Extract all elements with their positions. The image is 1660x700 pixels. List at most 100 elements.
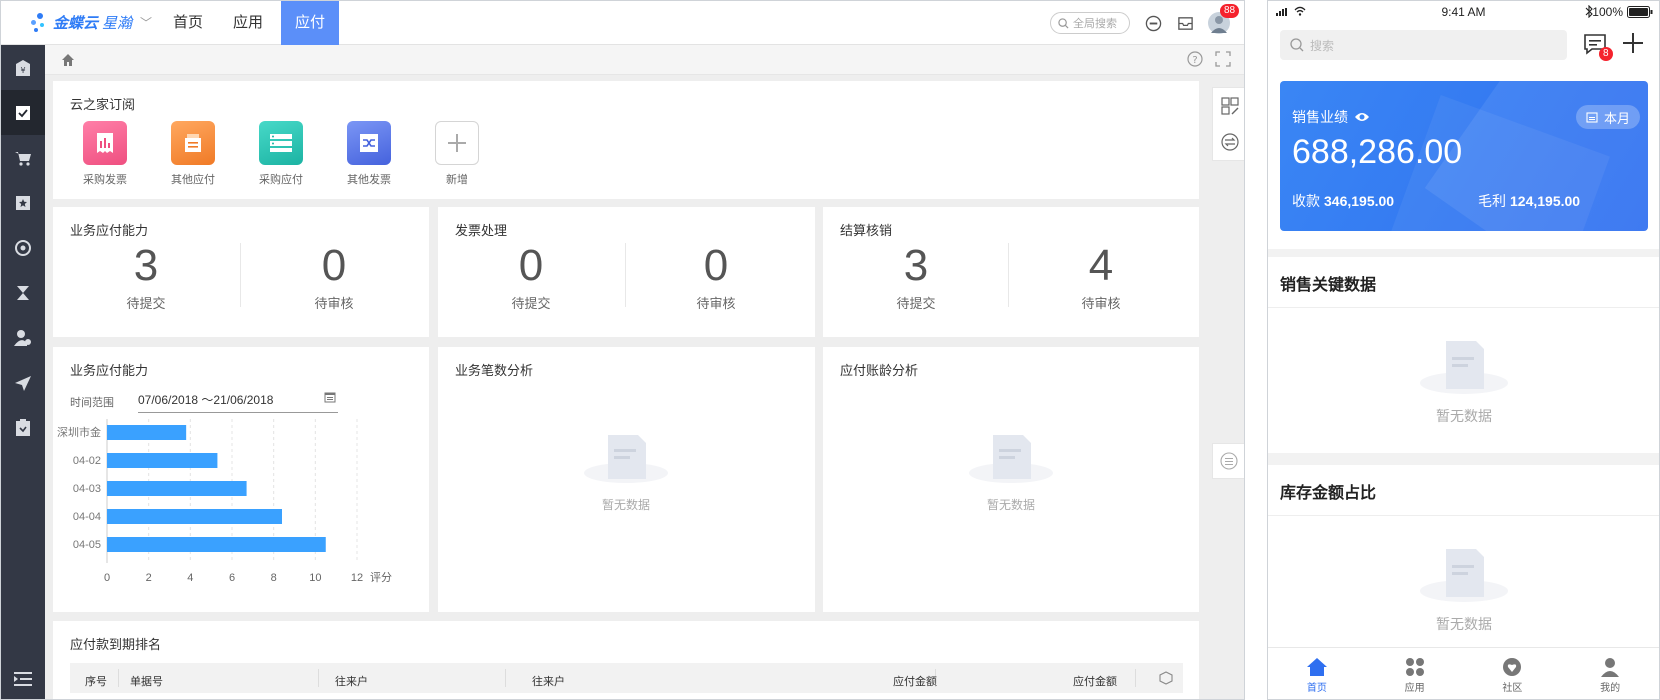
battery-percent: 100% xyxy=(1592,5,1623,19)
subscription-label: 其他应付 xyxy=(171,174,215,186)
stat-pending-review[interactable]: 4 待审核 xyxy=(1016,239,1186,312)
stat-label: 待审核 xyxy=(314,296,354,311)
column-settings-icon[interactable] xyxy=(1159,671,1173,688)
stat-pending-submit[interactable]: 0 待提交 xyxy=(446,239,616,312)
sales-performance-card[interactable]: 销售业绩 688,286.00 收款 346,195.00 毛利 124,195.0… xyxy=(1280,81,1648,231)
sidebar-collapse-button[interactable] xyxy=(1,657,45,699)
bar xyxy=(107,481,247,496)
stat-pending-submit[interactable]: 3 待提交 xyxy=(61,239,231,312)
ranking-card: 应付款到期排名 序号 单据号 往来户 往来户 应付金额 应付金额 xyxy=(53,621,1199,699)
breadcrumb-tools: ? xyxy=(1187,51,1231,72)
fullscreen-icon[interactable] xyxy=(1215,51,1231,72)
main-content: 云之家订阅 采购发票 其他应付 采购应付 其他发票 新增 业务应付能力 3 待提… xyxy=(45,75,1244,699)
sidebar-item-cycle[interactable] xyxy=(1,225,45,270)
minus-circle-icon[interactable] xyxy=(1144,14,1162,32)
sidebar-item-users[interactable] xyxy=(1,315,45,360)
empty-document-icon xyxy=(1420,549,1508,602)
nav-payable[interactable]: 应付 xyxy=(281,1,340,45)
bar xyxy=(107,453,218,468)
sidebar-item-tasks[interactable] xyxy=(1,90,45,135)
stat-card-title: 业务应付能力 xyxy=(70,223,149,238)
main-nav: 首页 应用 应付 xyxy=(161,1,345,45)
col-partner-2[interactable]: 往来户 xyxy=(532,673,565,689)
stat-pending-review[interactable]: 0 待审核 xyxy=(631,239,801,312)
tab-home[interactable]: 首页 xyxy=(1268,648,1366,699)
sidebar-item-schedule[interactable] xyxy=(1,270,45,315)
apps-icon xyxy=(1405,658,1424,676)
add-subscription-label: 新增 xyxy=(446,174,468,186)
message-badge: 8 xyxy=(1599,47,1613,61)
divider xyxy=(505,669,506,687)
stat-value: 0 xyxy=(321,241,347,290)
help-icon[interactable]: ? xyxy=(1187,51,1203,72)
divider xyxy=(1268,307,1659,308)
stat-pending-review[interactable]: 0 待审核 xyxy=(249,239,419,312)
col-amount[interactable]: 应付金额 xyxy=(893,673,937,689)
home-icon[interactable] xyxy=(61,53,75,72)
airplane-icon xyxy=(15,375,31,391)
calendar-icon xyxy=(1586,112,1598,123)
message-button[interactable]: 8 xyxy=(1583,33,1613,61)
global-search-input[interactable]: 全局搜索 xyxy=(1050,12,1130,34)
battery-icon xyxy=(1627,6,1653,18)
stat-value: 4 xyxy=(1088,241,1114,290)
plus-icon xyxy=(435,121,479,165)
nav-home[interactable]: 首页 xyxy=(161,1,215,45)
x-tick-label: 2 xyxy=(146,572,152,584)
col-amount-2[interactable]: 应付金额 xyxy=(1073,673,1117,689)
avatar[interactable]: 88 xyxy=(1208,4,1240,34)
svg-text:?: ? xyxy=(1192,55,1197,66)
bookmark-star-icon xyxy=(16,195,30,210)
subscription-item[interactable]: 采购应付 xyxy=(251,121,311,187)
subscription-item[interactable]: 其他应付 xyxy=(163,121,223,187)
tab-profile[interactable]: 我的 xyxy=(1561,648,1659,699)
subscription-item[interactable]: 其他发票 xyxy=(339,121,399,187)
sidebar-item-purchase[interactable] xyxy=(1,135,45,180)
empty-state: 暂无数据 xyxy=(961,431,1061,513)
add-button[interactable] xyxy=(1622,32,1644,59)
subscription-item[interactable]: 采购发票 xyxy=(75,121,135,187)
col-partner[interactable]: 往来户 xyxy=(335,673,368,689)
side-menu-button[interactable] xyxy=(1212,443,1244,479)
empty-state: 暂无数据 xyxy=(576,431,676,513)
tab-label: 应用 xyxy=(1404,683,1425,694)
stat-value: 0 xyxy=(518,241,544,290)
analysis-card-title: 业务笔数分析 xyxy=(455,363,534,378)
inbox-icon[interactable] xyxy=(1176,14,1194,32)
x-tick-label: 8 xyxy=(271,572,277,584)
empty-document-icon xyxy=(969,435,1053,483)
checkbox-icon xyxy=(16,105,30,120)
switch-button[interactable] xyxy=(1213,124,1244,160)
analysis-card: 业务笔数分析 暂无数据 xyxy=(438,347,815,612)
sidebar-item-reports[interactable] xyxy=(1,405,45,450)
nav-apps[interactable]: 应用 xyxy=(221,1,275,45)
x-axis-label: 评分 xyxy=(370,571,392,584)
subscription-label: 采购应付 xyxy=(259,174,303,186)
col-index[interactable]: 序号 xyxy=(85,673,107,689)
empty-label: 暂无数据 xyxy=(1436,408,1492,424)
menu-lines-icon xyxy=(1220,452,1238,470)
sidebar-item-favorites[interactable] xyxy=(1,180,45,225)
layout-edit-button[interactable] xyxy=(1213,88,1244,124)
stat-pending-submit[interactable]: 3 待提交 xyxy=(831,239,1001,312)
add-subscription-button[interactable]: 新增 xyxy=(427,121,487,187)
tab-community[interactable]: 社区 xyxy=(1464,648,1562,699)
x-tick-label: 4 xyxy=(187,572,193,584)
brand-logo[interactable]: 金蝶云 星瀚 ﹀ xyxy=(1,11,161,35)
top-bar: 金蝶云 星瀚 ﹀ 首页 应用 应付 全局搜索 88 xyxy=(1,1,1244,45)
stat-value: 3 xyxy=(133,241,159,290)
sidebar-item-finance[interactable]: ¥ xyxy=(1,45,45,90)
empty-state: 暂无数据 xyxy=(1414,545,1514,634)
stat-card: 发票处理 0 待提交 0 待审核 xyxy=(438,207,815,337)
period-selector[interactable]: 本月 xyxy=(1575,105,1640,129)
gross-row: 毛利 124,195.00 xyxy=(1478,191,1580,211)
sidebar-item-travel[interactable] xyxy=(1,360,45,405)
eye-icon[interactable] xyxy=(1354,111,1370,123)
divider xyxy=(1268,515,1659,516)
stat-card: 结算核销 3 待提交 4 待审核 xyxy=(823,207,1199,337)
mobile-app: 9:41 AM 100% 搜索 8 销售业绩 688,286.00 收款 346… xyxy=(1267,0,1660,700)
col-bill-no[interactable]: 单据号 xyxy=(130,673,163,689)
stat-label: 待提交 xyxy=(126,296,166,311)
tab-apps[interactable]: 应用 xyxy=(1366,648,1464,699)
mobile-search-input[interactable]: 搜索 xyxy=(1280,30,1567,60)
